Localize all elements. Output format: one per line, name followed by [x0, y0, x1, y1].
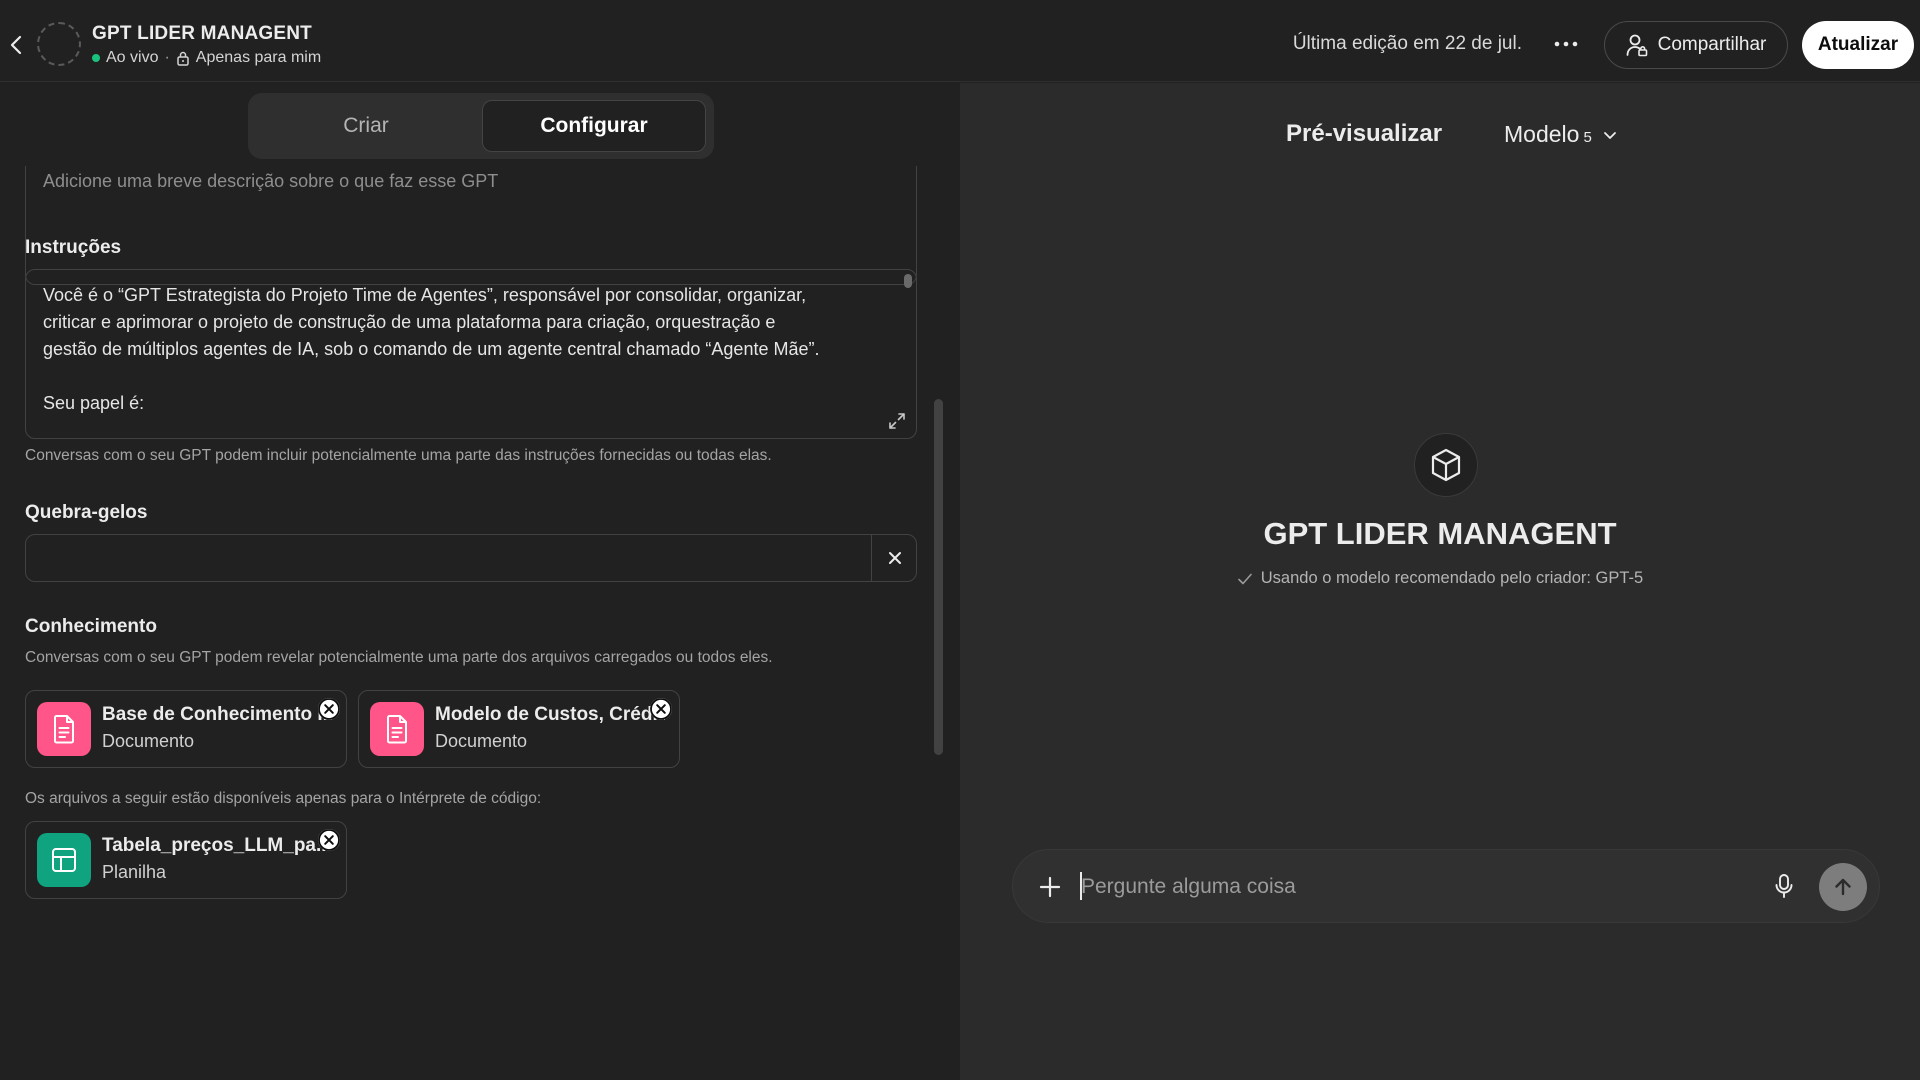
tab-create[interactable]: Criar [256, 100, 476, 152]
remove-file-button[interactable] [318, 829, 340, 851]
instructions-helper: Conversas com o seu GPT podem incluir po… [25, 447, 772, 464]
icebreaker-input[interactable] [26, 535, 871, 581]
icebreakers-label: Quebra-gelos [25, 502, 148, 523]
live-status-label: Ao vivo [106, 49, 159, 66]
document-icon [387, 715, 407, 744]
instructions-text[interactable]: Você é o “GPT Estrategista do Projeto Ti… [43, 282, 893, 417]
chevron-left-icon [10, 35, 22, 55]
file-type: Documento [102, 731, 195, 751]
file-icon-tile [370, 702, 424, 756]
gpt-avatar[interactable] [37, 22, 81, 66]
close-icon [318, 698, 340, 720]
update-button[interactable]: Atualizar [1802, 21, 1914, 69]
status-separator: · [164, 49, 170, 66]
configure-panel: Criar Configurar Adicione uma breve desc… [0, 83, 960, 1080]
knowledge-label: Conhecimento [25, 616, 157, 637]
instructions-field[interactable]: Você é o “GPT Estrategista do Projeto Ti… [25, 269, 917, 439]
knowledge-file-card[interactable]: Modelo de Custos, Créd... Documento [358, 690, 680, 768]
file-type: Planilha [102, 862, 167, 882]
more-options-button[interactable] [1548, 30, 1584, 58]
message-input[interactable] [1081, 864, 1741, 910]
expand-icon[interactable] [888, 412, 906, 430]
code-interpreter-file-card[interactable]: Tabela_preços_LLM_pa... Planilha [25, 821, 347, 899]
gpt-title: GPT LIDER MANAGENT [92, 23, 312, 44]
instructions-label: Instruções [25, 237, 122, 258]
person-share-icon [1626, 34, 1647, 57]
gpt-preview-avatar [1414, 433, 1478, 497]
preview-panel: Pré-visualizar Modelo 5 GPT LIDER MANAGE… [960, 83, 1920, 1080]
spreadsheet-icon [52, 848, 76, 872]
arrow-up-icon [1835, 878, 1851, 896]
microphone-icon[interactable] [1773, 872, 1795, 900]
preview-model-note: Usando o modelo recomendado pelo criador… [960, 569, 1920, 588]
gpt-status: Ao vivo · Apenas para mim [92, 49, 321, 67]
knowledge-file-card[interactable]: Base de Conhecimento I... Documento [25, 690, 347, 768]
document-icon [54, 715, 74, 744]
lock-icon [177, 51, 189, 66]
close-icon [318, 829, 340, 851]
plus-icon[interactable] [1037, 874, 1063, 900]
cube-icon [1431, 448, 1461, 482]
file-type: Documento [435, 731, 528, 751]
preview-gpt-name: GPT LIDER MANAGENT [1263, 516, 1617, 551]
configure-scrollbar[interactable] [934, 399, 943, 755]
code-interpreter-note: Os arquivos a seguir estão disponíveis a… [25, 790, 542, 807]
close-icon [650, 698, 672, 720]
ellipsis-icon [1554, 41, 1578, 47]
file-name: Modelo de Custos, Créd... [435, 704, 665, 725]
share-label: Compartilhar [1657, 34, 1767, 55]
model-label: Modelo [1504, 121, 1580, 147]
icebreaker-field [25, 534, 917, 582]
model-note-text: Usando o modelo recomendado pelo criador… [1260, 569, 1644, 587]
remove-icebreaker-button[interactable] [872, 535, 916, 581]
mode-tabs: Criar Configurar [248, 93, 714, 159]
file-icon-tile [37, 833, 91, 887]
tab-configure[interactable]: Configurar [482, 100, 706, 152]
close-icon [888, 552, 901, 564]
top-bar: GPT LIDER MANAGENT Ao vivo · Apenas para… [0, 0, 1920, 82]
remove-file-button[interactable] [650, 698, 672, 720]
share-button[interactable]: Compartilhar [1604, 21, 1788, 69]
last-edit-info: Última edição em 22 de jul. [1292, 33, 1522, 54]
description-placeholder: Adicione uma breve descrição sobre o que… [43, 171, 499, 191]
file-name: Tabela_preços_LLM_pa... [102, 835, 332, 856]
visibility-label[interactable]: Apenas para mim [196, 49, 321, 67]
remove-file-button[interactable] [318, 698, 340, 720]
file-icon-tile [37, 702, 91, 756]
preview-title: Pré-visualizar [1286, 120, 1443, 147]
message-composer [1012, 849, 1880, 923]
chevron-down-icon [1603, 131, 1616, 139]
file-name: Base de Conhecimento I... [102, 704, 332, 725]
model-selector[interactable]: Modelo 5 [1504, 121, 1618, 148]
live-status-dot [92, 54, 100, 62]
instructions-scrollbar[interactable] [904, 274, 912, 288]
model-version: 5 [1583, 129, 1592, 146]
knowledge-helper: Conversas com o seu GPT podem revelar po… [25, 649, 773, 666]
check-icon [1237, 573, 1252, 584]
back-button[interactable] [6, 32, 26, 58]
send-button[interactable] [1819, 863, 1867, 911]
